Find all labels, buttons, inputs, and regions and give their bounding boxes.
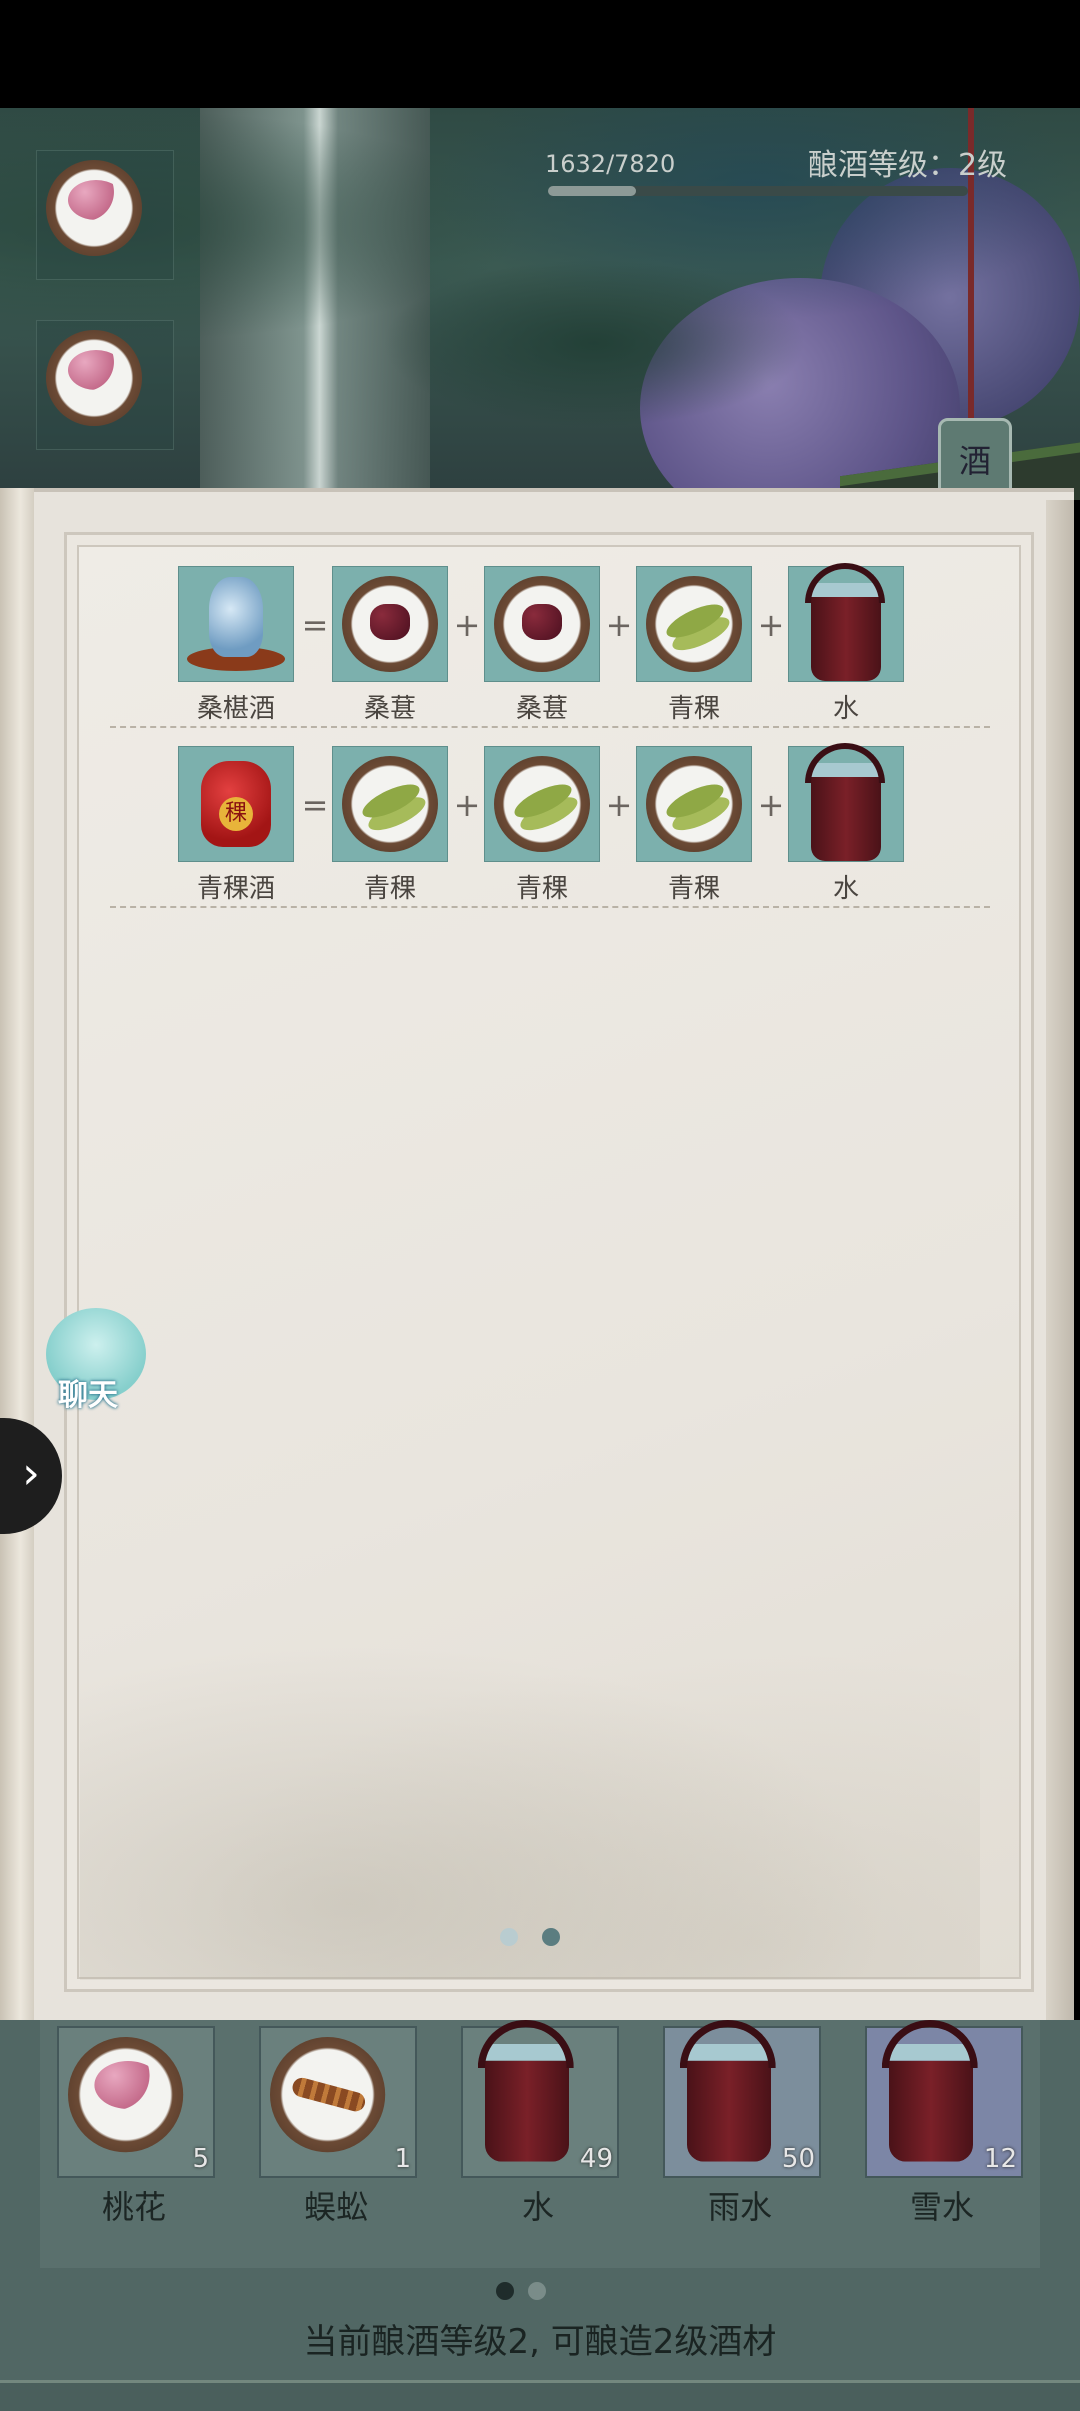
recipe-result-label: 桑椹酒 — [196, 694, 275, 724]
ingredient-slot[interactable]: 桑葚 — [332, 566, 448, 725]
inventory-slot-water[interactable]: 49 — [461, 2019, 619, 2178]
plus-sign: + — [453, 786, 481, 824]
recipe-divider — [110, 906, 990, 908]
plus-sign: + — [453, 606, 481, 644]
mulberry-wine-icon — [209, 577, 263, 657]
ingredient-label: 水 — [832, 694, 859, 724]
plus-sign: + — [757, 786, 785, 824]
barley-wine-jar-icon — [201, 761, 271, 847]
ingredient-slot[interactable]: 水 — [788, 563, 904, 725]
peach-blossom-icon — [68, 2037, 184, 2153]
mulberry-icon — [342, 576, 438, 672]
inventory-slot-snowwater[interactable]: 12 — [865, 2019, 1023, 2178]
recipe-result[interactable]: 青稞酒 — [178, 746, 294, 905]
recipe-row-barley-wine: 青稞酒 = 青稞 + 青稞 + 青稞 + 水 — [110, 743, 990, 926]
barley-icon — [342, 756, 438, 852]
ingredient-label: 青稞 — [363, 874, 416, 904]
snowwater-bucket-icon — [881, 2019, 978, 2162]
recipe-result[interactable]: 桑椹酒 — [178, 566, 294, 725]
ingredient-slot[interactable]: 青稞 — [636, 746, 752, 905]
peach-blossom-icon — [46, 330, 142, 426]
ingredient-slot[interactable]: 青稞 — [636, 566, 752, 725]
bottom-frame — [0, 2380, 1080, 2411]
book-page-edge — [1046, 500, 1074, 2020]
water-bucket-icon — [805, 743, 885, 861]
status-bar — [0, 0, 1080, 108]
brewing-progress-text: 1632/7820 — [545, 150, 676, 178]
inventory-slot-peach-blossom[interactable]: 5 — [57, 2026, 215, 2178]
inventory-item-label: 雨水 — [707, 2188, 772, 2226]
item-count: 50 — [781, 2144, 815, 2174]
item-count: 49 — [579, 2144, 613, 2174]
inventory-item-label: 蜈蚣 — [303, 2188, 368, 2226]
chat-label[interactable]: 聊天 — [58, 1370, 118, 1414]
ingredient-slot[interactable]: 水 — [788, 743, 904, 905]
recipe-divider — [110, 726, 990, 728]
recipe-row-mulberry-wine: 桑椹酒 = 桑葚 + 桑葚 + 青稞 + 水 — [110, 563, 990, 746]
centipede-icon — [270, 2037, 386, 2153]
water-bucket-icon — [477, 2019, 574, 2162]
mulberry-icon — [494, 576, 590, 672]
plus-sign: + — [605, 786, 633, 824]
ingredient-label: 桑葚 — [363, 694, 416, 724]
inventory-item-label: 水 — [521, 2188, 554, 2226]
recipe-result-label: 青稞酒 — [196, 874, 275, 904]
plus-sign: + — [757, 606, 785, 644]
side-slot-2[interactable] — [36, 320, 174, 450]
item-count: 12 — [983, 2144, 1017, 2174]
brewing-level-label: 酿酒等级：2级 — [808, 148, 1008, 183]
ingredient-label: 青稞 — [667, 694, 720, 724]
barley-icon — [494, 756, 590, 852]
brewing-progress-fill — [548, 186, 636, 196]
brewing-info-caption: 当前酿酒等级2, 可酿造2级酒材 — [303, 2322, 777, 2362]
inventory-page-dot-1[interactable] — [496, 2282, 514, 2300]
inventory-item-label: 雪水 — [909, 2188, 974, 2226]
ingredient-label: 桑葚 — [515, 694, 568, 724]
plus-sign: + — [605, 606, 633, 644]
ingredient-slot[interactable]: 桑葚 — [484, 566, 600, 725]
peach-blossom-icon — [46, 160, 142, 256]
barley-icon — [646, 756, 742, 852]
item-count: 5 — [192, 2144, 209, 2174]
ingredient-label: 青稞 — [667, 874, 720, 904]
ingredient-slot[interactable]: 青稞 — [332, 746, 448, 905]
book-spine — [0, 488, 34, 2020]
inventory-page-dot-2[interactable] — [528, 2282, 546, 2300]
item-count: 1 — [394, 2144, 411, 2174]
book-page-dot-2[interactable] — [542, 1928, 560, 1946]
ingredient-label: 青稞 — [515, 874, 568, 904]
ingredient-label: 水 — [832, 874, 859, 904]
barley-icon — [646, 576, 742, 672]
side-slot-1[interactable] — [36, 150, 174, 280]
inventory-slot-rainwater[interactable]: 50 — [663, 2019, 821, 2178]
book-page-dot-1[interactable] — [500, 1928, 518, 1946]
inventory-slot-centipede[interactable]: 1 — [259, 2026, 417, 2178]
rainwater-bucket-icon — [679, 2019, 776, 2162]
equals-sign: = — [301, 606, 329, 644]
water-bucket-icon — [805, 563, 885, 681]
equals-sign: = — [301, 786, 329, 824]
ingredient-slot[interactable]: 青稞 — [484, 746, 600, 905]
inventory-item-label: 桃花 — [101, 2188, 166, 2226]
page-watermark-landscape — [80, 1600, 980, 1980]
